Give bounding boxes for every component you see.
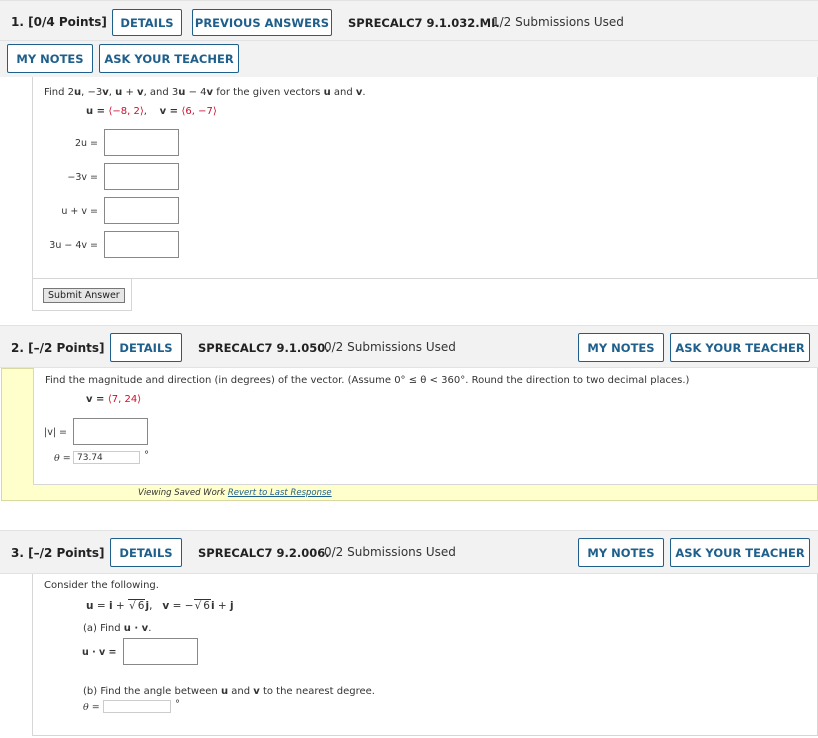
q1-2u-input[interactable]: [104, 129, 179, 156]
q2-code: SPRECALC7 9.1.050.: [198, 341, 330, 355]
q2-theta-input[interactable]: 73.74: [73, 451, 140, 464]
q3-vectors: u = i + √ 6j, v = −√ 6i + j: [86, 599, 234, 612]
q1-row4-label: 3u − 4v =: [49, 240, 98, 251]
q1-code: SPRECALC7 9.1.032.MI.: [348, 16, 500, 30]
q1-u-plus-v-input[interactable]: [104, 197, 179, 224]
q2-revert-link[interactable]: Revert to Last Response: [228, 488, 332, 498]
q1-header: 1. [0/4 Points] DETAILS PREVIOUS ANSWERS…: [0, 0, 818, 41]
q3-dot-label: u · v =: [82, 647, 117, 658]
q3-theta-label: θ =: [83, 702, 100, 713]
q3-prompt: Consider the following.: [44, 580, 159, 591]
q2-magnitude-label: |v| =: [44, 427, 68, 438]
q3-code: SPRECALC7 9.2.006.: [198, 546, 330, 560]
q2-ask-teacher-button[interactable]: ASK YOUR TEACHER: [670, 333, 810, 362]
q1-details-button[interactable]: DETAILS: [112, 9, 182, 36]
q3-theta-input[interactable]: [103, 700, 171, 713]
q3-details-button[interactable]: DETAILS: [110, 538, 182, 567]
q1-number: 1. [0/4 Points]: [11, 15, 107, 29]
q2-theta-label: θ =: [54, 453, 71, 464]
q3-dot-product-input[interactable]: [123, 638, 198, 665]
q2-details-button[interactable]: DETAILS: [110, 333, 182, 362]
q3-header: 3. [–/2 Points] DETAILS SPRECALC7 9.2.00…: [0, 530, 818, 574]
q3-my-notes-button[interactable]: MY NOTES: [578, 538, 664, 567]
q2-magnitude-input[interactable]: [73, 418, 148, 445]
q1-neg3v-input[interactable]: [104, 163, 179, 190]
q1-row1-label: 2u =: [74, 138, 98, 149]
q1-ask-teacher-button[interactable]: ASK YOUR TEACHER: [99, 44, 239, 73]
q2-my-notes-button[interactable]: MY NOTES: [578, 333, 664, 362]
q1-my-notes-button[interactable]: MY NOTES: [7, 44, 93, 73]
q1-prompt: Find 2u, −3v, u + v, and 3u − 4v for the…: [44, 87, 366, 98]
q1-notes-bar: MY NOTES ASK YOUR TEACHER: [0, 41, 818, 77]
q1-vectors: u = ⟨−8, 2⟩, v = ⟨6, −7⟩: [86, 106, 217, 117]
q2-prompt: Find the magnitude and direction (in deg…: [45, 375, 690, 386]
q2-viewing-saved-work: Viewing Saved Work Revert to Last Respon…: [138, 488, 332, 498]
q1-submit-button[interactable]: Submit Answer: [43, 288, 125, 303]
q3-degree-symbol: °: [175, 699, 180, 710]
q1-submissions: 1/2 Submissions Used: [492, 15, 624, 29]
q1-row3-label: u + v =: [61, 206, 98, 217]
q2-header: 2. [–/2 Points] DETAILS SPRECALC7 9.1.05…: [0, 325, 818, 368]
q1-previous-answers-button[interactable]: PREVIOUS ANSWERS: [192, 9, 332, 36]
q2-points: 2. [–/2 Points]: [11, 341, 105, 355]
q3-part-b: (b) Find the angle between u and v to th…: [83, 686, 375, 697]
q2-submissions: 0/2 Submissions Used: [324, 340, 456, 354]
q1-row2-label: −3v =: [67, 172, 98, 183]
q3-submissions: 0/2 Submissions Used: [324, 545, 456, 559]
q3-points: 3. [–/2 Points]: [11, 546, 105, 560]
q3-part-a: (a) Find u · v.: [83, 623, 152, 634]
q2-degree-symbol: °: [144, 450, 149, 461]
q3-ask-teacher-button[interactable]: ASK YOUR TEACHER: [670, 538, 810, 567]
q2-vector: v = ⟨7, 24⟩: [86, 394, 142, 405]
q1-3u-minus-4v-input[interactable]: [104, 231, 179, 258]
